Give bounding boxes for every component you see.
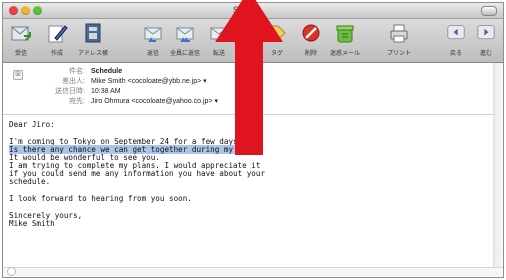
back-icon bbox=[447, 25, 465, 40]
activity-indicator-icon bbox=[7, 267, 16, 276]
compose-button[interactable]: 作成 bbox=[37, 22, 77, 62]
closing-line: Sincerely yours, bbox=[9, 211, 83, 220]
body-line: if you could send me any information you… bbox=[9, 169, 266, 178]
junk-button[interactable]: 迷惑メール bbox=[325, 22, 365, 62]
toolbar-toggle-button[interactable] bbox=[481, 6, 497, 16]
from-label: 差出人: bbox=[62, 78, 85, 85]
print-icon bbox=[390, 24, 408, 43]
zoom-button[interactable] bbox=[33, 6, 42, 15]
compose-icon bbox=[48, 25, 68, 43]
date-value: 10:38 AM bbox=[91, 88, 121, 95]
address-book-icon bbox=[85, 23, 101, 43]
toolbar-label: 迷惑メール bbox=[329, 50, 360, 57]
date-label: 送信日時: bbox=[55, 88, 85, 95]
toolbar-label: アドレス帳 bbox=[77, 50, 108, 57]
status-bar bbox=[3, 267, 503, 277]
to-label: 宛先: bbox=[69, 98, 85, 105]
reply-icon bbox=[144, 27, 162, 42]
close-button[interactable] bbox=[9, 6, 18, 15]
get-mail-button[interactable]: 受信 bbox=[3, 22, 41, 62]
toolbar-label: プリント bbox=[386, 50, 411, 57]
toolbar-label: 進む bbox=[479, 50, 492, 57]
reply-all-icon bbox=[176, 27, 194, 42]
vertical-scrollbar[interactable] bbox=[493, 63, 503, 269]
from-value[interactable]: Mike Smith <cocoloate@ybb.ne.jp> ▾ bbox=[91, 77, 207, 87]
minimize-button[interactable] bbox=[21, 6, 30, 15]
to-value[interactable]: Jiro Ohmura <cocoloate@yahoo.co.jp> ▾ bbox=[91, 97, 218, 107]
toolbar-label: 作成 bbox=[50, 50, 63, 57]
address-book-button[interactable]: アドレス帳 bbox=[73, 22, 113, 62]
toolbar-label: 戻る bbox=[449, 50, 462, 57]
subject-label: 件名: bbox=[69, 68, 85, 75]
body-line: I look forward to hearing from you soon. bbox=[9, 194, 192, 203]
forward-nav-icon bbox=[477, 25, 495, 40]
forward-nav-button[interactable]: 進む bbox=[475, 22, 497, 62]
body-line: schedule. bbox=[9, 177, 51, 186]
red-arrow-annotation-icon bbox=[215, 0, 283, 155]
junk-icon bbox=[336, 25, 354, 43]
signature-line: Mike Smith bbox=[9, 219, 55, 228]
subject-value: Schedule bbox=[91, 68, 123, 75]
get-mail-icon bbox=[11, 26, 31, 41]
print-button[interactable]: プリント bbox=[379, 22, 419, 62]
back-button[interactable]: 戻る bbox=[445, 22, 467, 62]
delete-icon bbox=[302, 24, 320, 42]
toolbar-label: 受信 bbox=[14, 50, 27, 57]
